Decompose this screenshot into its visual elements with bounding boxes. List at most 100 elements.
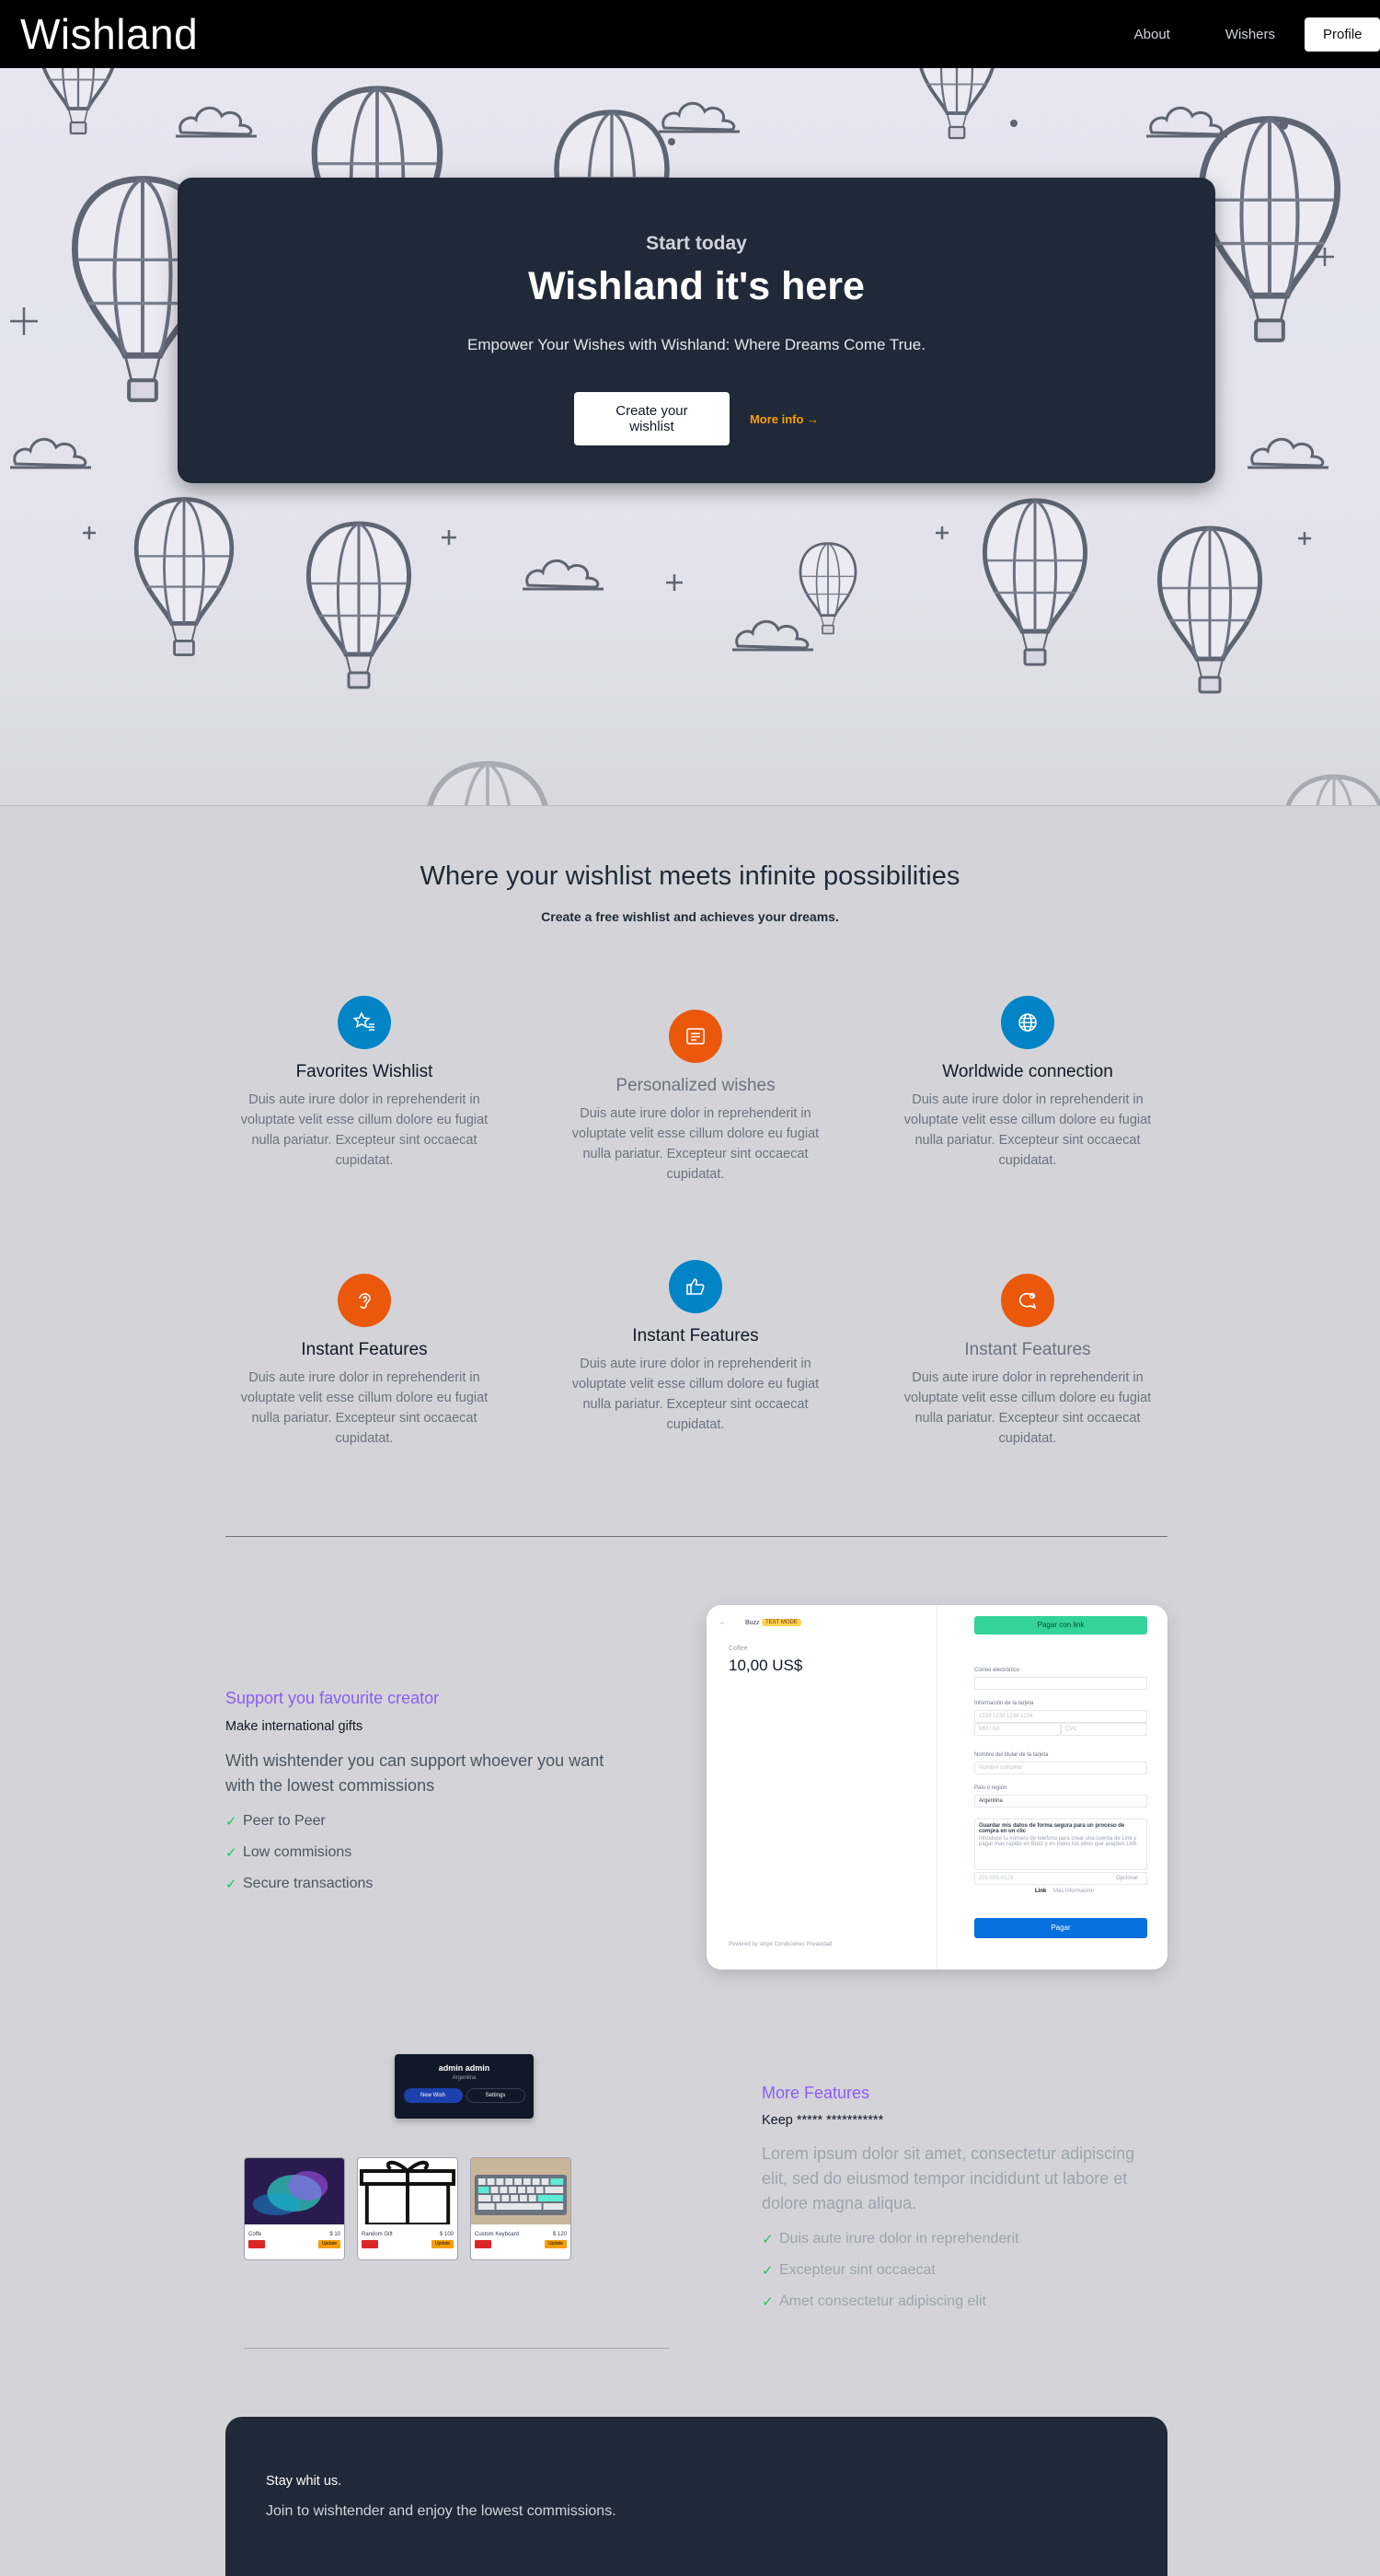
check-icon: ✓: [225, 1814, 237, 1830]
more-features-description: Lorem ipsum dolor sit amet, consectetur …: [762, 2144, 1135, 2212]
wish-price: $ 120: [552, 2232, 567, 2237]
check-icon: ✓: [762, 2263, 774, 2279]
nav-link-about[interactable]: About: [1107, 27, 1198, 42]
feature-instant-3: Instant Features Duis aute irure dolor i…: [894, 1274, 1161, 1449]
nav-link-wishers[interactable]: Wishers: [1198, 27, 1303, 42]
profile-button[interactable]: Profile: [1305, 17, 1380, 52]
feature-instant-1: Instant Features Duis aute irure dolor i…: [231, 1274, 498, 1449]
feature-desc: Duis aute irure dolor in reprehenderit i…: [903, 1370, 1152, 1446]
check-item: ✓ Peer to Peer: [225, 1813, 326, 1830]
feature-worldwide-connection: Worldwide connection Duis aute irure dol…: [894, 996, 1161, 1171]
section-divider: [244, 2348, 669, 2349]
document-list-icon: [669, 1010, 722, 1063]
stay-with-us-banner: Stay whit us. Join to wishtender and enj…: [225, 2417, 1167, 2576]
back-arrow-icon: ←: [719, 1620, 726, 1626]
new-wish-tab: New Wish: [403, 2088, 463, 2103]
email-label: Correo electrónico: [974, 1668, 1020, 1673]
wish-card: Random Gift $ 100 Update: [357, 2157, 458, 2260]
cardholder-field: Nombre completo: [974, 1762, 1147, 1774]
more-features-title: More Features: [762, 2084, 870, 2102]
test-mode-badge: TEST MODE: [762, 1619, 801, 1626]
hero-kicker: Start today: [646, 233, 747, 254]
merchant-name: Buzz: [745, 1620, 760, 1626]
check-item: ✓ Duis aute irure dolor in reprehenderit: [762, 2231, 1019, 2247]
check-item: ✓ Secure transactions: [225, 1876, 374, 1892]
check-icon: ✓: [762, 2294, 774, 2310]
profile-mock-location: Argentina: [452, 2075, 477, 2081]
update-wish-button: Update: [318, 2240, 340, 2248]
feature-title: Instant Features: [301, 1340, 428, 1359]
feature-title: Favorites Wishlist: [295, 1062, 433, 1081]
speech-bubble-icon: [1001, 1274, 1054, 1327]
ear-icon: [338, 1274, 391, 1327]
feature-personalized-wishes: Personalized wishes Duis aute irure dolo…: [562, 1010, 829, 1184]
create-wishlist-button[interactable]: Create your wishlist: [573, 392, 730, 445]
check-item: ✓ Low commisions: [225, 1844, 352, 1861]
check-icon: ✓: [225, 1845, 237, 1861]
feature-favorites-wishlist: Favorites Wishlist Duis aute irure dolor…: [231, 996, 498, 1171]
hero-card: Start today Wishland it's here Empower Y…: [178, 178, 1215, 483]
cvc-field: CVC: [1061, 1723, 1147, 1736]
star-list-icon: [338, 996, 391, 1049]
wish-card: Coffe $ 10 Update: [244, 2157, 345, 2260]
wish-name: Random Gift: [362, 2232, 393, 2237]
feature-title: Instant Features: [632, 1326, 759, 1346]
top-navbar: Wishland About Wishers Profile: [0, 0, 1380, 68]
delete-wish-button: [248, 2240, 265, 2248]
checkout-form: Pagar con link Correo electrónico Inform…: [937, 1605, 1167, 1970]
more-info-label: Más información: [1053, 1889, 1095, 1894]
creator-check-list: ✓ Peer to Peer ✓ Low commisions ✓ Secure tr…: [225, 1806, 373, 1900]
feature-desc: Duis aute irure dolor in reprehenderit i…: [571, 1106, 820, 1182]
thumbs-up-icon: [669, 1260, 722, 1313]
wish-name: Custom Keyboard: [475, 2232, 520, 2237]
hero-title: Wishland it's here: [528, 264, 865, 308]
check-item: ✓ Excepteur sint occaecat: [762, 2262, 936, 2279]
feature-title: Worldwide connection: [942, 1062, 1113, 1081]
feature-instant-2: Instant Features Duis aute irure dolor i…: [562, 1260, 829, 1435]
pay-button: Pagar: [974, 1918, 1147, 1938]
more-info-link[interactable]: More info →: [750, 412, 819, 426]
feature-title: Personalized wishes: [615, 1076, 776, 1095]
profile-mock-name: admin admin: [438, 2063, 490, 2073]
globe-icon: [1001, 996, 1054, 1049]
delete-wish-button: [362, 2240, 378, 2248]
stay-text: Join to wishtender and enjoy the lowest …: [266, 2503, 616, 2519]
card-number-field: 1234 1234 1234 1234: [974, 1710, 1147, 1723]
aurora-image: [245, 2158, 344, 2224]
wish-price: $ 10: [329, 2232, 340, 2237]
expiry-field: MM / AA: [974, 1723, 1061, 1736]
hero-subtitle: Empower Your Wishes with Wishland: Where…: [467, 336, 926, 353]
gift-image: [358, 2158, 457, 2226]
keyboard-image: [471, 2158, 570, 2224]
save-info-box: Guardar mis datos de forma segura para u…: [974, 1819, 1147, 1870]
wish-price: $ 100: [439, 2232, 454, 2237]
feature-title: Instant Features: [964, 1340, 1091, 1359]
more-features-kicker: Keep ***** ***********: [762, 2113, 884, 2128]
product-price: 10,00 US$: [729, 1657, 803, 1674]
update-wish-button: Update: [431, 2240, 454, 2248]
feature-desc: Duis aute irure dolor in reprehenderit i…: [571, 1357, 820, 1432]
site-logo[interactable]: Wishland: [20, 9, 198, 59]
possibilities-subtitle: Create a free wishlist and achieves your…: [541, 909, 839, 924]
card-label: Información de la tarjeta: [974, 1701, 1034, 1706]
profile-mock-tabs: New Wish Settings: [395, 2088, 534, 2103]
feature-desc: Duis aute irure dolor in reprehenderit i…: [240, 1370, 489, 1446]
cardholder-label: Nombre del titular de la tarjeta: [974, 1752, 1049, 1758]
settings-tab: Settings: [466, 2088, 525, 2103]
nav-links: About Wishers Profile: [1107, 17, 1380, 52]
wish-name: Coffe: [248, 2232, 262, 2237]
section-divider: [225, 1536, 1167, 1537]
creator-kicker: Make international gifts: [225, 1719, 363, 1734]
wish-card: Custom Keyboard $ 120 Update: [470, 2157, 571, 2260]
update-wish-button: Update: [545, 2240, 567, 2248]
feature-desc: Duis aute irure dolor in reprehenderit i…: [240, 1092, 489, 1168]
check-icon: ✓: [225, 1877, 237, 1892]
hero-actions: Create your wishlist More info →: [178, 392, 1215, 445]
creator-description: With wishtender you can support whoever …: [225, 1751, 604, 1795]
optional-label: Opcional: [1116, 1876, 1138, 1881]
pay-with-link-button: Pagar con link: [974, 1616, 1147, 1635]
hero-section: Start today Wishland it's here Empower Y…: [0, 68, 1380, 806]
stay-kicker: Stay whit us.: [266, 2474, 342, 2489]
more-check-list: ✓ Duis aute irure dolor in reprehenderit …: [762, 2224, 1019, 2317]
profile-mock-card: admin admin Argentina New Wish Settings: [395, 2054, 534, 2119]
